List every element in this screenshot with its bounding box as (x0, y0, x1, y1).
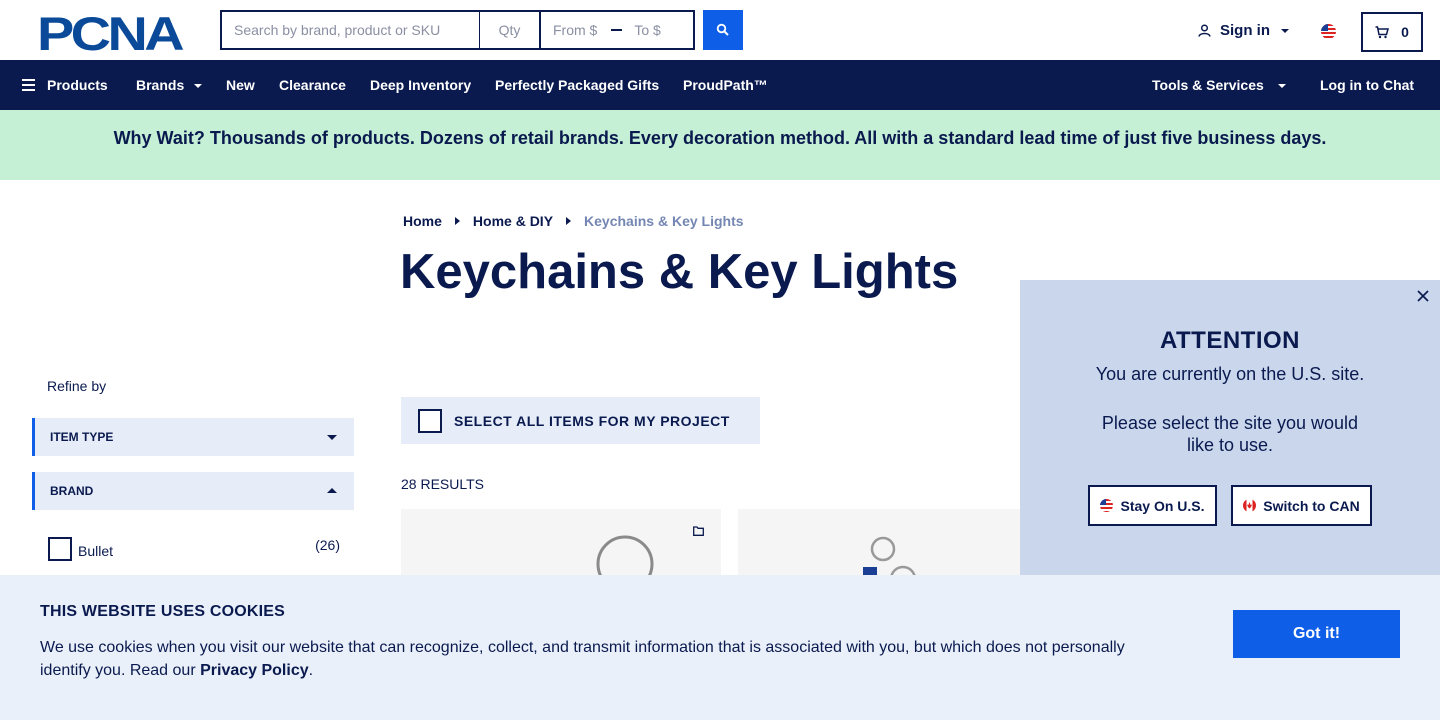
sign-in-menu[interactable]: Sign in (1198, 22, 1289, 39)
stay-on-us-button[interactable]: Stay On U.S. (1088, 485, 1217, 526)
us-flag-icon (1100, 499, 1114, 512)
brand-option-bullet[interactable]: Bullet (26) (48, 537, 340, 561)
canada-flag-icon (1243, 499, 1257, 512)
menu-icon (22, 79, 35, 91)
modal-current-site-text: You are currently on the U.S. site. (1095, 364, 1365, 384)
breadcrumb-category[interactable]: Home & DIY (473, 213, 553, 229)
results-count: 28 RESULTS (401, 476, 484, 492)
nav-deep-inventory[interactable]: Deep Inventory (370, 60, 471, 110)
search-icon (716, 23, 729, 36)
nav-gifts[interactable]: Perfectly Packaged Gifts (495, 60, 659, 110)
breadcrumb-home[interactable]: Home (403, 213, 442, 229)
checkbox[interactable] (48, 537, 72, 561)
search-input[interactable]: Search by brand, product or SKU (222, 12, 480, 48)
keychain-image (863, 536, 916, 575)
nav-chat-login[interactable]: Log in to Chat (1320, 60, 1414, 110)
facet-label: BRAND (50, 484, 94, 498)
cart-button[interactable]: 0 (1361, 12, 1423, 52)
nav-products-label: Products (47, 77, 108, 93)
breadcrumb: Home Home & DIY Keychains & Key Lights (403, 213, 744, 229)
cart-count: 0 (1401, 24, 1409, 40)
switch-to-can-label: Switch to CAN (1263, 497, 1360, 514)
search-bar: Search by brand, product or SKU Qty From… (220, 10, 695, 50)
product-card[interactable] (738, 509, 1058, 575)
keyring-image (596, 535, 654, 575)
folder-icon[interactable] (693, 526, 704, 536)
nav-products[interactable]: Products (22, 60, 108, 110)
cookie-title: THIS WEBSITE USES COOKIES (40, 603, 286, 620)
breadcrumb-current: Keychains & Key Lights (584, 213, 744, 229)
user-icon (1198, 24, 1211, 37)
svg-text:PCNA: PCNA (37, 12, 183, 52)
brand-option-label: Bullet (78, 542, 114, 559)
chevron-up-icon (327, 488, 337, 493)
sign-in-label: Sign in (1220, 22, 1270, 39)
qty-input[interactable]: Qty (480, 12, 541, 48)
chevron-right-icon (454, 217, 460, 225)
promo-text: Why Wait? Thousands of products. Dozens … (113, 127, 1327, 148)
close-icon[interactable] (1416, 289, 1430, 303)
modal-title: ATTENTION (1159, 327, 1301, 354)
cookie-banner: THIS WEBSITE USES COOKIES We use cookies… (0, 575, 1440, 720)
cookie-end: . (308, 662, 314, 679)
select-all-button[interactable]: SELECT ALL ITEMS FOR MY PROJECT (401, 397, 760, 444)
refine-label: Refine by (47, 378, 107, 394)
nav-brands-label: Brands (136, 77, 185, 93)
price-from-input[interactable]: From $ (553, 22, 597, 38)
nav-proudpath[interactable]: ProudPath™ (683, 60, 768, 110)
product-card[interactable] (401, 509, 721, 575)
stay-on-us-label: Stay On U.S. (1120, 497, 1205, 514)
cookie-text: We use cookies when you visit our websit… (40, 636, 1140, 682)
pcna-logo[interactable]: PCNA (37, 12, 185, 52)
facet-item-type[interactable]: ITEM TYPE (32, 418, 354, 456)
cookie-accept-button[interactable]: Got it! (1233, 610, 1400, 658)
nav-tools-services[interactable]: Tools & Services (1152, 60, 1286, 110)
nav-new[interactable]: New (226, 60, 255, 110)
site-selection-modal: ATTENTION You are currently on the U.S. … (1020, 280, 1440, 576)
site-header: PCNA Search by brand, product or SKU Qty… (0, 0, 1440, 60)
range-dash (611, 29, 623, 31)
privacy-policy-link[interactable]: Privacy Policy (200, 662, 309, 679)
price-range: From $ To $ (541, 12, 693, 48)
chevron-down-icon (327, 435, 337, 440)
select-all-checkbox[interactable] (418, 408, 442, 433)
chevron-down-icon (1277, 84, 1286, 88)
modal-instruction-text: Please select the site you would like to… (1101, 413, 1359, 455)
select-all-label: SELECT ALL ITEMS FOR MY PROJECT (454, 412, 730, 429)
nav-tools-label: Tools & Services (1152, 77, 1264, 93)
nav-brands[interactable]: Brands (136, 60, 203, 110)
chevron-right-icon (566, 217, 572, 225)
page-title: Keychains & Key Lights (400, 245, 959, 299)
switch-to-can-button[interactable]: Switch to CAN (1231, 485, 1372, 526)
cart-icon (1375, 25, 1390, 38)
chevron-down-icon (1281, 28, 1289, 33)
chevron-down-icon (194, 84, 203, 88)
price-to-input[interactable]: To $ (634, 22, 660, 38)
brand-option-count: (26) (315, 537, 340, 553)
nav-clearance[interactable]: Clearance (279, 60, 346, 110)
facet-label: ITEM TYPE (50, 430, 114, 444)
search-button[interactable] (703, 10, 743, 50)
promo-banner: Why Wait? Thousands of products. Dozens … (0, 110, 1440, 180)
facet-brand[interactable]: BRAND (32, 472, 354, 510)
us-flag-icon[interactable] (1321, 24, 1336, 39)
main-nav: Products Brands New Clearance Deep Inven… (0, 60, 1440, 110)
